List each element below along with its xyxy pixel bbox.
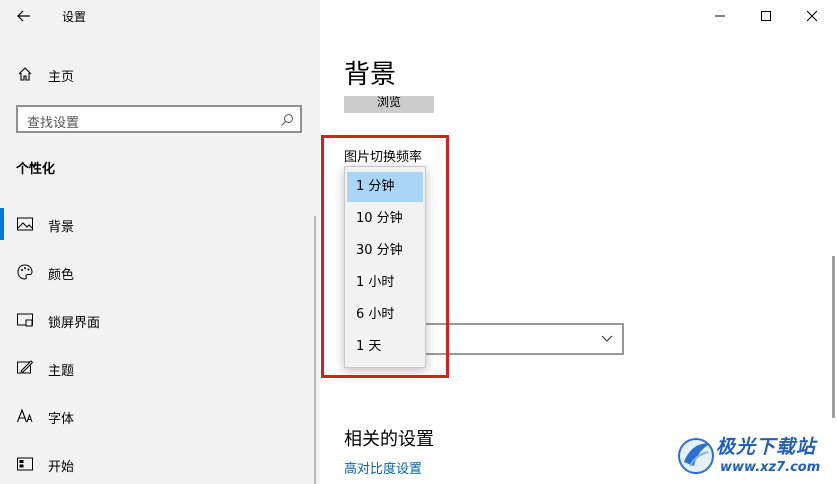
page-title: 背景	[344, 60, 397, 90]
window-controls	[697, 0, 837, 32]
watermark-url: www.xz7.com	[720, 460, 821, 475]
sidebar-item-label: 锁屏界面	[48, 316, 101, 331]
sidebar-item-themes[interactable]: 主题	[0, 348, 320, 388]
watermark: 极光下载站 www.xz7.com	[676, 428, 834, 482]
maximize-icon	[761, 11, 771, 21]
back-button[interactable]	[14, 6, 34, 26]
active-indicator	[0, 208, 4, 240]
sidebar-item-fonts[interactable]: 字体	[0, 396, 320, 436]
red-annotation-box	[321, 135, 449, 378]
theme-brush-icon	[16, 359, 34, 377]
font-icon	[16, 407, 34, 425]
sidebar-item-label: 背景	[48, 220, 75, 235]
content-pane: 背景 浏览 图片切换频率 1 分钟 10 分钟 30 分钟 1 小时 6 小时 …	[320, 0, 837, 484]
home-label: 主页	[48, 70, 75, 85]
window-title: 设置	[62, 10, 87, 24]
back-arrow-icon	[17, 10, 30, 22]
close-button[interactable]	[789, 0, 835, 32]
related-settings-title: 相关的设置	[344, 429, 434, 450]
palette-icon	[16, 263, 34, 281]
sidebar-item-label: 字体	[48, 412, 75, 427]
sidebar-item-colors[interactable]: 颜色	[0, 252, 320, 292]
minimize-icon	[715, 15, 725, 17]
section-title: 个性化	[16, 162, 56, 177]
high-contrast-link[interactable]: 高对比度设置	[344, 458, 422, 477]
sidebar-item-start[interactable]: 开始	[0, 444, 320, 484]
chevron-down-icon	[600, 330, 614, 344]
sidebar-item-lock-screen[interactable]: 锁屏界面	[0, 300, 320, 340]
lock-screen-icon	[16, 311, 34, 329]
title-bar: 设置	[0, 0, 320, 32]
browse-button[interactable]: 浏览	[344, 96, 434, 113]
sidebar-item-label: 颜色	[48, 268, 75, 283]
close-icon	[806, 10, 818, 22]
home-link[interactable]: 主页	[0, 58, 320, 90]
navigation-scrollbar[interactable]	[314, 216, 316, 484]
image-icon	[16, 215, 34, 233]
watermark-text: 极光下载站	[716, 436, 817, 458]
sidebar-item-label: 开始	[48, 460, 75, 475]
search-icon	[280, 112, 294, 126]
sidebar-item-background[interactable]: 背景	[0, 204, 320, 244]
content-scrollbar[interactable]	[832, 256, 835, 418]
watermark-logo-icon	[678, 438, 714, 474]
start-grid-icon	[16, 455, 34, 473]
home-icon	[16, 65, 34, 83]
search-input[interactable]: 查找设置	[16, 105, 302, 133]
sidebar-item-label: 主题	[48, 364, 75, 379]
navigation-pane: 设置 主页 查找设置 个性化 背景 颜色 锁屏界面 主题 字体 开始	[0, 0, 320, 484]
search-placeholder: 查找设置	[27, 116, 80, 131]
minimize-button[interactable]	[697, 0, 743, 32]
maximize-button[interactable]	[743, 0, 789, 32]
